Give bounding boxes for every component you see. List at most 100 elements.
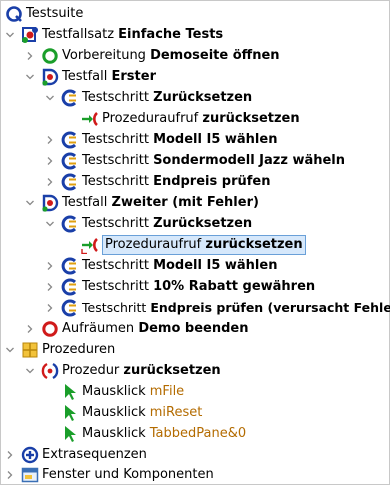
testcase-icon: [41, 68, 59, 86]
node-name: Zurücksetzen: [153, 216, 253, 231]
procedure-call-error-icon: [81, 236, 99, 254]
teststep-icon: [61, 299, 79, 317]
chevron-down-icon[interactable]: [45, 93, 55, 103]
node-type: Testschritt: [82, 216, 149, 231]
node-name: Demo beenden: [138, 321, 249, 336]
node-name: zurücksetzen: [123, 363, 221, 378]
component-id: miReset: [149, 405, 203, 420]
node-name: Modell I5 wählen: [153, 258, 278, 273]
procedures-icon: [21, 341, 39, 359]
teststep-icon: [61, 215, 79, 233]
node-type: Prozeduraufruf: [105, 236, 202, 252]
tree-node-teststep[interactable]: Testschritt Zurücksetzen: [45, 213, 252, 234]
tree-node-testcase-2[interactable]: Testfall Zweiter (mit Fehler): [25, 192, 259, 213]
teststep-icon: [61, 278, 79, 296]
tree-node-teststep[interactable]: Testschritt Modell I5 wählen: [45, 255, 277, 276]
tree-node-procedure[interactable]: Prozedur zurücksetzen: [25, 360, 221, 381]
chevron-right-icon[interactable]: [45, 135, 55, 145]
node-name: zurücksetzen: [202, 111, 300, 126]
teststep-icon: [61, 173, 79, 191]
teststep-icon: [61, 257, 79, 275]
extras-label: Extrasequenzen: [42, 447, 147, 462]
tree-node-mouse-click[interactable]: Mausklick mFile: [45, 381, 184, 402]
tree-node-cleanup[interactable]: Aufräumen Demo beenden: [25, 318, 249, 339]
mouse-click-icon: [61, 425, 79, 443]
mouse-click-icon: [61, 383, 79, 401]
tree-node-teststep[interactable]: Testschritt Endpreis prüfen: [45, 171, 270, 192]
node-name: Demoseite öffnen: [150, 48, 280, 63]
tree-node-mouse-click[interactable]: Mausklick miReset: [45, 402, 202, 423]
tree-node-mouse-click[interactable]: Mausklick TabbedPane&0: [45, 423, 246, 444]
teststep-icon: [61, 89, 79, 107]
node-type: Vorbereitung: [62, 48, 146, 63]
tree-node-procedures[interactable]: Prozeduren: [5, 339, 115, 360]
node-type: Testschritt: [82, 279, 149, 294]
testcase-set-icon: [21, 26, 39, 44]
tree-node-testcase-set[interactable]: Testfallsatz Einfache Tests: [5, 24, 223, 45]
setup-icon: [41, 47, 59, 65]
node-name: Endpreis prüfen: [153, 174, 271, 189]
tree-node-testcase-1[interactable]: Testfall Erster: [25, 66, 156, 87]
chevron-right-icon[interactable]: [45, 177, 55, 187]
node-type: Testschritt: [82, 132, 149, 147]
procedures-label: Prozeduren: [42, 342, 116, 357]
procedure-icon: [41, 362, 59, 380]
node-name: Erster: [111, 69, 156, 84]
procedure-call-icon: [81, 110, 99, 128]
tree-node-procedure-call-selected[interactable]: Prozeduraufruf zurücksetzen: [65, 234, 306, 255]
chevron-right-icon[interactable]: [5, 450, 15, 460]
chevron-right-icon[interactable]: [25, 324, 35, 334]
teststep-icon: [61, 152, 79, 170]
node-type: Testschritt: [82, 300, 147, 315]
chevron-down-icon[interactable]: [25, 72, 35, 82]
node-type: Testschritt: [82, 258, 149, 273]
windows-label: Fenster und Komponenten: [42, 467, 214, 482]
chevron-right-icon[interactable]: [45, 156, 55, 166]
extras-icon: [21, 446, 39, 464]
tree-node-teststep[interactable]: Testschritt Modell I5 wählen: [45, 129, 277, 150]
tree-node-procedure-call[interactable]: Prozeduraufruf zurücksetzen: [65, 108, 300, 129]
chevron-right-icon[interactable]: [25, 51, 35, 61]
chevron-down-icon[interactable]: [5, 345, 15, 355]
node-name: Zweiter (mit Fehler): [111, 195, 259, 210]
tree-node-windows-components[interactable]: Fenster und Komponenten: [5, 464, 214, 485]
tree-node-teststep[interactable]: Testschritt Endpreis prüfen (verursacht …: [45, 297, 390, 318]
node-name: Zurücksetzen: [153, 90, 253, 105]
node-type: Prozedur: [62, 363, 120, 378]
component-id: mFile: [149, 384, 185, 399]
window-icon: [21, 466, 39, 484]
chevron-down-icon[interactable]: [5, 30, 15, 40]
node-type: Mausklick: [82, 405, 146, 420]
component-id: TabbedPane&0: [149, 426, 247, 441]
node-type: Mausklick: [82, 384, 146, 399]
node-name: Einfache Tests: [118, 27, 224, 42]
tree-node-teststep[interactable]: Testschritt Zurücksetzen: [45, 87, 252, 108]
tree-node-teststep[interactable]: Testschritt Sondermodell Jazz wäheln: [45, 150, 345, 171]
chevron-right-icon[interactable]: [45, 261, 55, 271]
node-type: Aufräumen: [62, 321, 135, 336]
tree-node-testsuite[interactable]: Testsuite: [5, 3, 83, 24]
chevron-right-icon[interactable]: [45, 303, 55, 313]
node-name: Sondermodell Jazz wäheln: [153, 153, 346, 168]
tree-node-extra-sequences[interactable]: Extrasequenzen: [5, 444, 147, 465]
chevron-right-icon[interactable]: [5, 470, 15, 480]
testcase-icon: [41, 194, 59, 212]
node-type: Testschritt: [82, 174, 149, 189]
testsuite-icon: [5, 5, 23, 23]
node-type: Testschritt: [82, 90, 149, 105]
node-type: Testfall: [62, 69, 108, 84]
tree-node-setup[interactable]: Vorbereitung Demoseite öffnen: [25, 45, 280, 66]
teststep-icon: [61, 131, 79, 149]
node-name: Modell I5 wählen: [153, 132, 278, 147]
chevron-down-icon[interactable]: [25, 198, 35, 208]
chevron-right-icon[interactable]: [45, 282, 55, 292]
node-name: Endpreis prüfen (verursacht Fehler): [150, 300, 390, 315]
node-type: Testfall: [62, 195, 108, 210]
chevron-down-icon[interactable]: [45, 219, 55, 229]
test-suite-tree: Testsuite Testfallsatz Einfache Tests Vo…: [0, 0, 390, 485]
testsuite-label: Testsuite: [26, 6, 84, 21]
node-type: Testschritt: [82, 153, 149, 168]
tree-node-teststep[interactable]: Testschritt 10% Rabatt gewähren: [45, 276, 315, 297]
chevron-down-icon[interactable]: [25, 366, 35, 376]
node-name: zurücksetzen: [205, 236, 303, 252]
